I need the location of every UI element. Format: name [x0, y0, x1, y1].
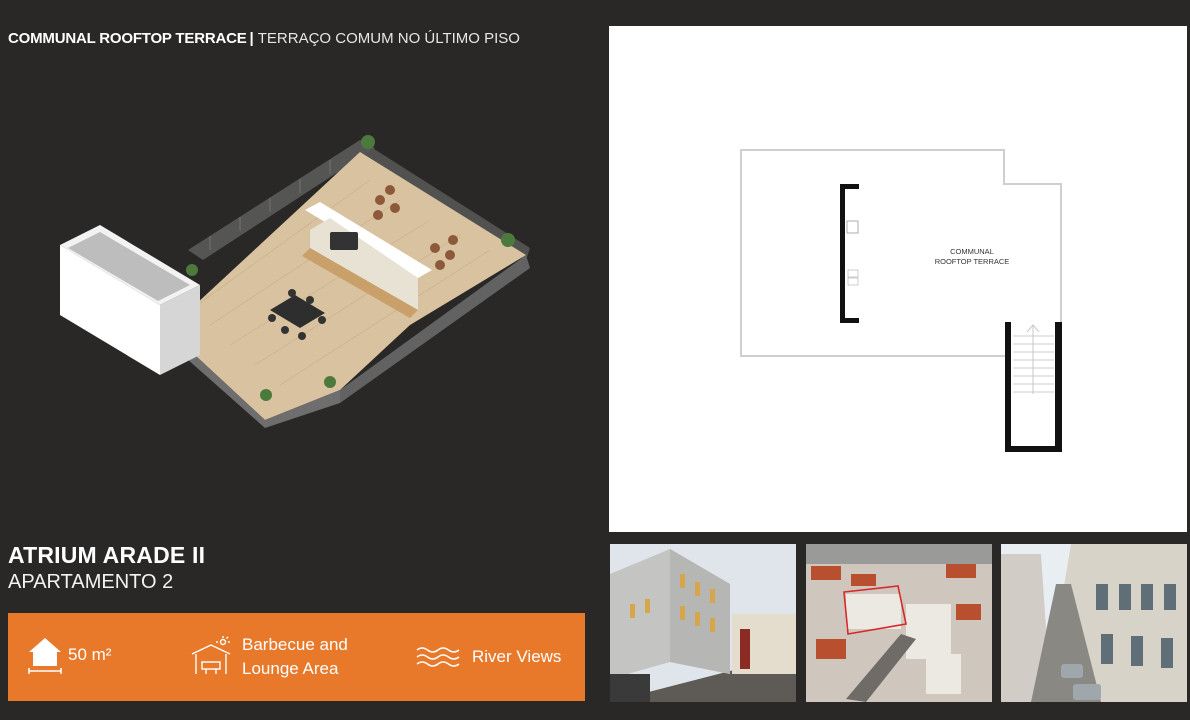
counter-wall: [840, 184, 859, 323]
feature-area-label: 50 m²: [68, 645, 112, 664]
barbecue-gazebo-icon: [191, 636, 231, 674]
photo-aerial-location: [806, 544, 992, 702]
feature-barbecue-line1: Barbecue and: [242, 635, 348, 654]
feature-barbecue: Barbecue and Lounge Area: [190, 633, 348, 681]
header-separator: |: [249, 30, 254, 47]
header-title-light: TERRAÇO COMUM NO ÚLTIMO PISO: [257, 30, 520, 47]
property-title-block: ATRIUM ARADE II APARTAMENTO 2: [8, 542, 205, 594]
page-header: COMMUNAL ROOFTOP TERRACE | TERRAÇO COMUM N…: [8, 30, 520, 47]
feature-barbecue-line2: Lounge Area: [242, 659, 339, 678]
isometric-terrace-render: [60, 135, 530, 428]
photo-building-exterior: [610, 544, 796, 702]
terrace-outline: [740, 149, 1062, 357]
header-title-bold: COMMUNAL ROOFTOP TERRACE: [8, 30, 247, 47]
feature-river-views-label: River Views: [472, 647, 562, 666]
wooden-deck: [168, 152, 526, 420]
floorplan-label-1: COMMUNAL: [950, 247, 994, 256]
floorplan-label-2: ROOFTOP TERRACE: [935, 257, 1010, 266]
photo-street-view: [1001, 544, 1187, 702]
feature-bar: 50 m² Barbecue and Lounge Area River Vie…: [8, 613, 585, 701]
feature-barbecue-label: Barbecue and Lounge Area: [242, 633, 348, 681]
feature-area: 50 m²: [26, 635, 111, 675]
house-area-icon: [28, 638, 62, 674]
property-name: ATRIUM ARADE II: [8, 542, 206, 568]
floor-plan-drawing: COMMUNAL ROOFTOP TERRACE: [740, 149, 1062, 452]
feature-river-views: River Views: [416, 645, 561, 669]
barbecue-grill: [330, 232, 358, 250]
waves-icon: [416, 647, 460, 667]
stairwell-wall: [1005, 322, 1062, 452]
floor-plan-panel: COMMUNAL ROOFTOP TERRACE: [609, 26, 1187, 532]
property-unit: APARTAMENTO 2: [8, 571, 174, 593]
